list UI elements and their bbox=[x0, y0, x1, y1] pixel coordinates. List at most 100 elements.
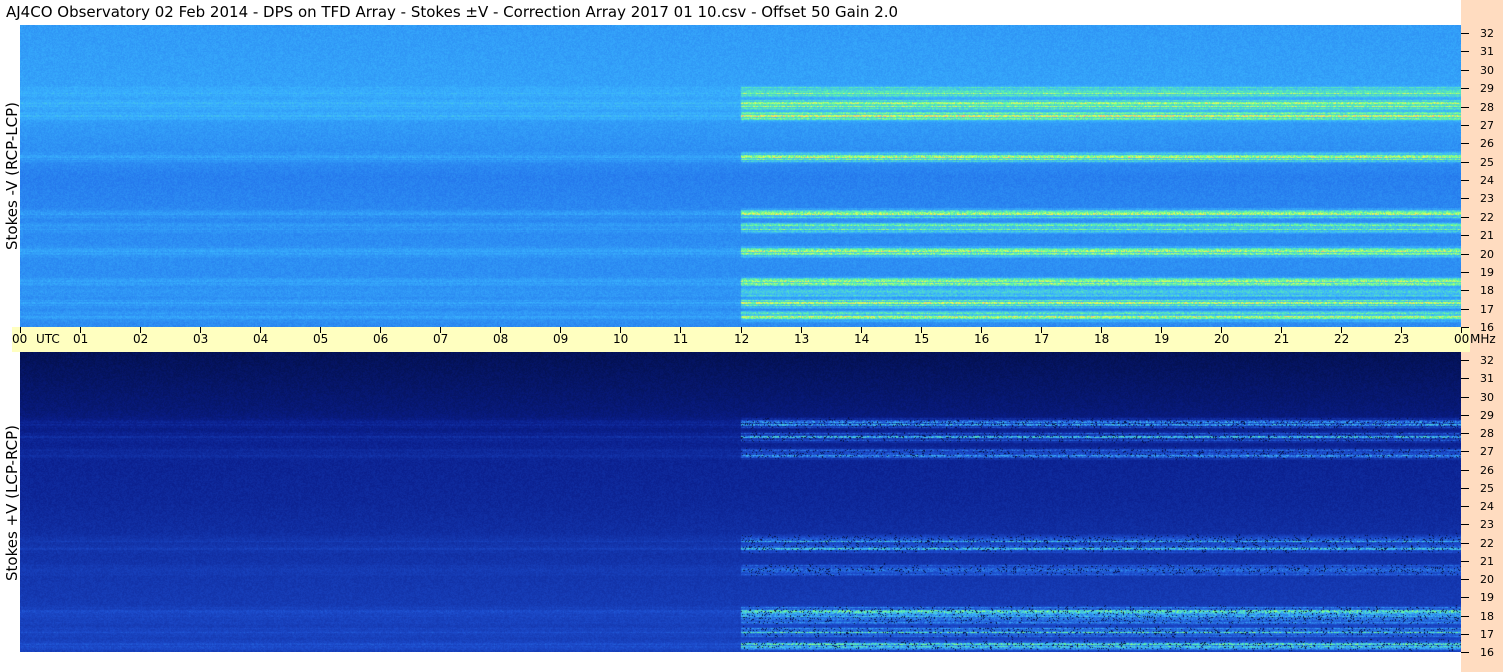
x-tick-label: 00 bbox=[1454, 332, 1470, 346]
y-tick-label: 32 bbox=[1480, 354, 1494, 367]
y-tick-label: 22 bbox=[1480, 211, 1494, 224]
y-tick-mark bbox=[1461, 70, 1469, 71]
y-tick-mark bbox=[1461, 360, 1469, 361]
bottom-panel-ylabel: Stokes +V (LCP-RCP) bbox=[3, 425, 21, 581]
y-tick-label: 27 bbox=[1480, 445, 1494, 458]
y-tick-label: 18 bbox=[1480, 610, 1494, 623]
y-tick-mark bbox=[1461, 143, 1469, 144]
y-tick-mark bbox=[1461, 272, 1469, 273]
y-tick-mark bbox=[1461, 561, 1469, 562]
y-tick-label: 26 bbox=[1480, 137, 1494, 150]
y-tick-mark bbox=[1461, 107, 1469, 108]
y-tick-mark bbox=[1461, 217, 1469, 218]
y-tick-label: 29 bbox=[1480, 409, 1494, 422]
y-tick-mark bbox=[1461, 397, 1469, 398]
y-tick-mark bbox=[1461, 162, 1469, 163]
chart-title: AJ4CO Observatory 02 Feb 2014 - DPS on T… bbox=[6, 3, 899, 21]
x-tick-label: 23 bbox=[1394, 332, 1410, 346]
x-tick-label: 20 bbox=[1214, 332, 1230, 346]
y-tick-mark bbox=[1461, 543, 1469, 544]
y-tick-label: 16 bbox=[1480, 321, 1494, 334]
x-tick-label: 08 bbox=[493, 332, 509, 346]
y-tick-mark bbox=[1461, 488, 1469, 489]
y-tick-mark bbox=[1461, 125, 1469, 126]
y-tick-label: 31 bbox=[1480, 372, 1494, 385]
x-tick-label: 10 bbox=[613, 332, 629, 346]
x-tick-label: 01 bbox=[73, 332, 89, 346]
y-tick-mark bbox=[1461, 634, 1469, 635]
x-tick-label: 06 bbox=[373, 332, 389, 346]
y-tick-mark bbox=[1461, 616, 1469, 617]
y-tick-label: 24 bbox=[1480, 500, 1494, 513]
y-tick-label: 23 bbox=[1480, 192, 1494, 205]
y-tick-label: 30 bbox=[1480, 64, 1494, 77]
x-tick-label: 09 bbox=[553, 332, 569, 346]
y-tick-mark bbox=[1461, 33, 1469, 34]
x-tick-label: 15 bbox=[914, 332, 930, 346]
x-tick-label: 00 bbox=[12, 332, 28, 346]
spectrogram-stokes-minus-v bbox=[20, 25, 1461, 327]
x-tick-label: 13 bbox=[794, 332, 810, 346]
y-tick-label: 21 bbox=[1480, 555, 1494, 568]
y-tick-label: 24 bbox=[1480, 174, 1494, 187]
y-tick-mark bbox=[1461, 198, 1469, 199]
x-tick-label: 19 bbox=[1154, 332, 1170, 346]
y-tick-label: 17 bbox=[1480, 628, 1494, 641]
y-tick-mark bbox=[1461, 51, 1469, 52]
y-tick-mark bbox=[1461, 506, 1469, 507]
y-tick-label: 29 bbox=[1480, 82, 1494, 95]
y-tick-label: 31 bbox=[1480, 45, 1494, 58]
x-tick-label: 11 bbox=[673, 332, 689, 346]
y-tick-mark bbox=[1461, 254, 1469, 255]
y-tick-mark bbox=[1461, 470, 1469, 471]
y-tick-label: 20 bbox=[1480, 573, 1494, 586]
x-tick-label: 04 bbox=[253, 332, 269, 346]
x-tick-label: 07 bbox=[433, 332, 449, 346]
y-tick-label: 25 bbox=[1480, 156, 1494, 169]
y-tick-label: 17 bbox=[1480, 303, 1494, 316]
y-tick-label: 25 bbox=[1480, 482, 1494, 495]
x-tick-label: 22 bbox=[1334, 332, 1350, 346]
x-tick-label: 16 bbox=[974, 332, 990, 346]
x-tick-label: 03 bbox=[193, 332, 209, 346]
y-tick-mark bbox=[1461, 327, 1469, 328]
y-tick-label: 28 bbox=[1480, 101, 1494, 114]
x-tick-label: 05 bbox=[313, 332, 329, 346]
y-tick-mark bbox=[1461, 180, 1469, 181]
y-tick-mark bbox=[1461, 451, 1469, 452]
y-tick-label: 28 bbox=[1480, 427, 1494, 440]
y-tick-label: 27 bbox=[1480, 119, 1494, 132]
y-tick-label: 21 bbox=[1480, 229, 1494, 242]
x-tick-label: 18 bbox=[1094, 332, 1110, 346]
y-tick-mark bbox=[1461, 309, 1469, 310]
x-tick-label: 12 bbox=[734, 332, 750, 346]
y-tick-label: 26 bbox=[1480, 464, 1494, 477]
y-tick-mark bbox=[1461, 415, 1469, 416]
y-tick-label: 19 bbox=[1480, 591, 1494, 604]
y-unit-label: MHz bbox=[1470, 332, 1496, 346]
y-tick-mark bbox=[1461, 88, 1469, 89]
y-tick-label: 16 bbox=[1480, 646, 1494, 659]
y-tick-mark bbox=[1461, 652, 1469, 653]
x-unit-label: UTC bbox=[36, 332, 60, 346]
y-tick-mark bbox=[1461, 579, 1469, 580]
y-tick-label: 18 bbox=[1480, 284, 1494, 297]
spectrogram-stokes-plus-v bbox=[20, 352, 1461, 652]
y-tick-mark bbox=[1461, 524, 1469, 525]
y-tick-mark bbox=[1461, 290, 1469, 291]
y-tick-label: 19 bbox=[1480, 266, 1494, 279]
y-tick-mark bbox=[1461, 433, 1469, 434]
x-tick-label: 02 bbox=[133, 332, 149, 346]
top-panel-ylabel: Stokes -V (RCP-LCP) bbox=[3, 102, 21, 250]
y-tick-label: 22 bbox=[1480, 537, 1494, 550]
y-tick-label: 20 bbox=[1480, 248, 1494, 261]
y-tick-label: 30 bbox=[1480, 391, 1494, 404]
y-tick-mark bbox=[1461, 378, 1469, 379]
y-tick-label: 23 bbox=[1480, 518, 1494, 531]
y-tick-mark bbox=[1461, 597, 1469, 598]
x-tick-label: 17 bbox=[1034, 332, 1050, 346]
y-tick-label: 32 bbox=[1480, 27, 1494, 40]
x-tick-label: 14 bbox=[854, 332, 870, 346]
x-tick-label: 21 bbox=[1274, 332, 1290, 346]
y-tick-mark bbox=[1461, 235, 1469, 236]
